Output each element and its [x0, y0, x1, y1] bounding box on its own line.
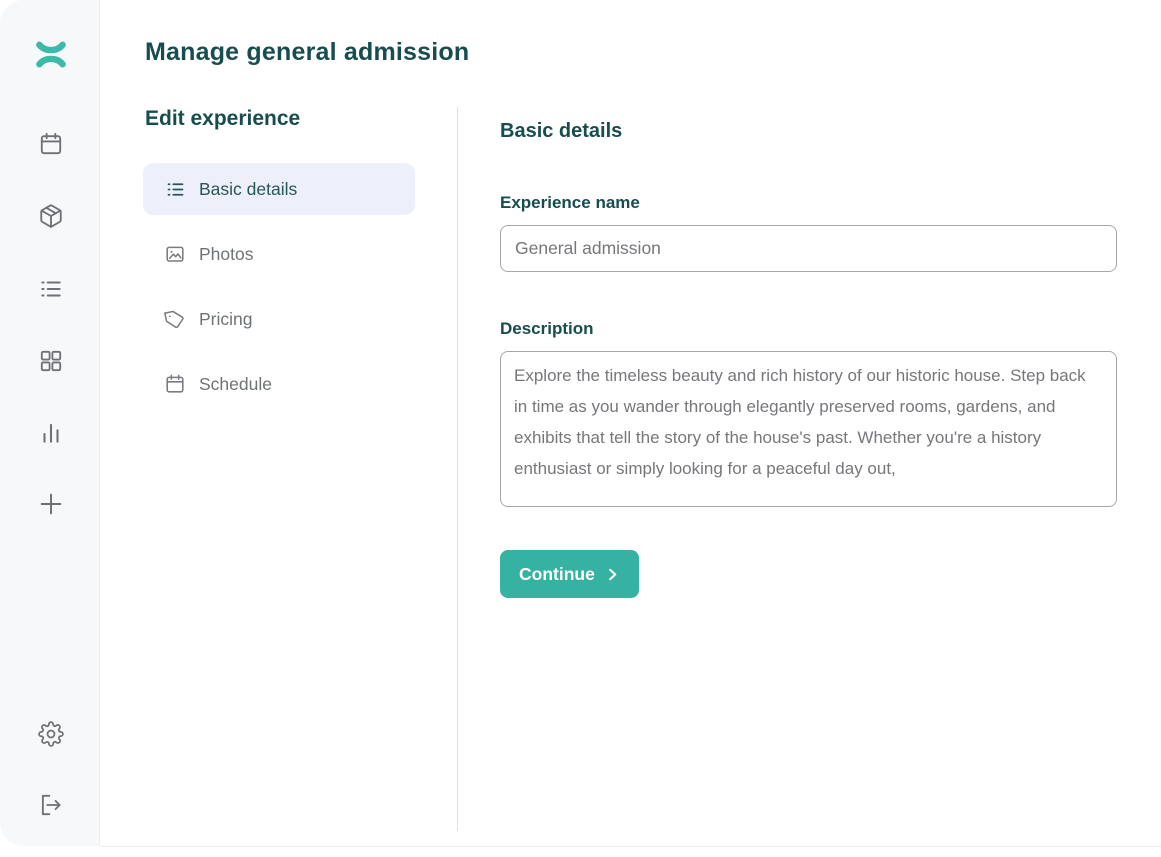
- vertical-divider: [457, 107, 458, 831]
- chevron-right-icon: [605, 567, 620, 582]
- nav-item-label: Pricing: [199, 309, 253, 330]
- experience-name-input[interactable]: [500, 225, 1117, 272]
- nav-item-label: Schedule: [199, 374, 272, 395]
- nav-item-label: Basic details: [199, 179, 297, 200]
- bar-chart-icon[interactable]: [36, 418, 66, 448]
- nav-item-basic-details[interactable]: Basic details: [143, 163, 415, 215]
- continue-button-label: Continue: [519, 564, 595, 585]
- edit-experience-nav: Basic details Photos Pricing: [143, 163, 415, 423]
- nav-item-label: Photos: [199, 244, 253, 265]
- grid-icon[interactable]: [36, 346, 66, 376]
- package-icon[interactable]: [36, 201, 66, 231]
- continue-button[interactable]: Continue: [500, 550, 639, 598]
- icon-sidebar: [0, 0, 100, 846]
- nav-item-photos[interactable]: Photos: [143, 228, 415, 280]
- section-title: Basic details: [500, 120, 622, 143]
- list-icon: [164, 178, 186, 200]
- settings-gear-icon[interactable]: [36, 719, 66, 749]
- image-icon: [164, 243, 186, 265]
- logout-icon[interactable]: [36, 790, 66, 820]
- calendar-icon[interactable]: [36, 129, 66, 159]
- experience-name-label: Experience name: [500, 193, 640, 213]
- tag-icon: [164, 308, 186, 330]
- nav-item-pricing[interactable]: Pricing: [143, 293, 415, 345]
- description-textarea[interactable]: Explore the timeless beauty and rich his…: [500, 351, 1117, 507]
- list-icon[interactable]: [36, 274, 66, 304]
- calendar-icon: [164, 373, 186, 395]
- description-label: Description: [500, 319, 594, 339]
- app-window: Manage general admission Edit experience…: [0, 0, 1161, 857]
- plus-icon[interactable]: [36, 489, 66, 519]
- edit-experience-heading: Edit experience: [145, 107, 300, 131]
- brand-logo-icon[interactable]: [36, 39, 66, 69]
- page-title: Manage general admission: [145, 38, 469, 67]
- content-bottom-divider: [100, 846, 1161, 847]
- nav-item-schedule[interactable]: Schedule: [143, 358, 415, 410]
